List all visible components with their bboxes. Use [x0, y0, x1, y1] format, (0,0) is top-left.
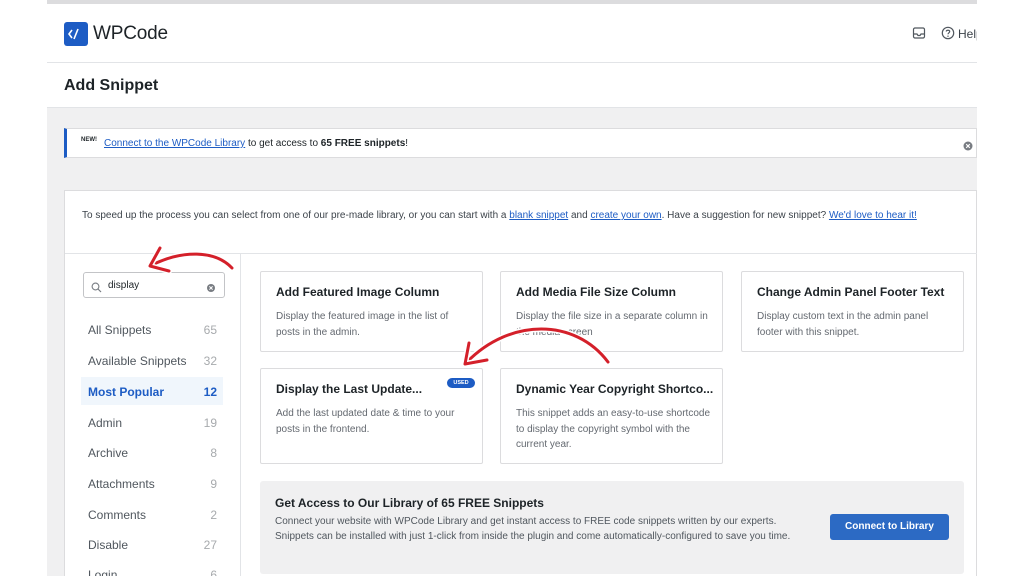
inbox-icon[interactable] — [912, 26, 926, 40]
notice-text-end: ! — [405, 138, 409, 149]
connect-library-link[interactable]: Connect to the WPCode Library — [104, 138, 245, 149]
category-sidebar: display All Snippets 65 Available Snippe… — [65, 254, 241, 576]
new-badge: NEW! — [81, 137, 97, 143]
category-count: 2 — [210, 508, 217, 522]
wpcode-page: WPCode Help Add Snippet NEW! Connect to … — [47, 0, 977, 576]
category-count: 9 — [210, 477, 217, 491]
wpcode-logo-icon — [64, 22, 88, 46]
card-title: Add Featured Image Column — [276, 285, 440, 299]
category-login[interactable]: Login 6 — [81, 560, 223, 576]
intro-part1: To speed up the process you can select f… — [82, 210, 510, 221]
category-count: 65 — [203, 323, 217, 337]
snippet-card[interactable]: Display the Last Update... USED Add the … — [260, 368, 483, 464]
category-label: Disable — [88, 538, 129, 552]
card-title: Display the Last Update... — [276, 382, 423, 396]
suggestion-link[interactable]: We'd love to hear it! — [829, 210, 917, 221]
snippet-library-panel: To speed up the process you can select f… — [64, 190, 977, 576]
category-count: 6 — [210, 568, 217, 576]
category-disable[interactable]: Disable 27 — [81, 530, 223, 558]
category-label: Archive — [88, 446, 129, 460]
category-count: 19 — [203, 416, 217, 430]
notice-text: Connect to the WPCode Library to get acc… — [104, 138, 408, 149]
notice-text-mid: to get access to — [245, 138, 321, 149]
card-title: Add Media File Size Column — [516, 285, 677, 299]
used-badge: USED — [447, 378, 475, 388]
snippet-card[interactable]: Add Media File Size Column Display the f… — [500, 271, 723, 352]
category-label: Login — [88, 568, 118, 576]
blank-snippet-link[interactable]: blank snippet — [509, 210, 568, 221]
category-most-popular[interactable]: Most Popular 12 — [81, 377, 223, 405]
search-value: display — [108, 280, 140, 291]
snippet-card[interactable]: Dynamic Year Copyright Shortco... This s… — [500, 368, 723, 464]
category-label: Admin — [88, 416, 123, 430]
help-icon[interactable] — [941, 26, 955, 40]
snippet-card[interactable]: Add Featured Image Column Display the fe… — [260, 271, 483, 352]
intro-part2: and — [568, 210, 591, 221]
header: WPCode Help — [47, 4, 977, 63]
snippet-search-input[interactable]: display — [83, 272, 225, 298]
category-count: 27 — [203, 538, 217, 552]
category-admin[interactable]: Admin 19 — [81, 408, 223, 436]
close-icon[interactable] — [963, 138, 973, 151]
category-label: Comments — [88, 508, 147, 522]
category-label: Available Snippets — [88, 354, 187, 368]
category-label: Attachments — [88, 477, 155, 491]
category-comments[interactable]: Comments 2 — [81, 500, 223, 528]
card-title: Dynamic Year Copyright Shortco... — [516, 382, 714, 396]
category-label: All Snippets — [88, 323, 152, 337]
search-icon — [91, 280, 102, 293]
page-title: Add Snippet — [64, 77, 159, 94]
category-available-snippets[interactable]: Available Snippets 32 — [81, 346, 223, 374]
connect-to-library-button[interactable]: Connect to Library — [830, 514, 949, 540]
card-description: Display the featured image in the list o… — [276, 311, 449, 338]
library-notice: NEW! Connect to the WPCode Library to ge… — [64, 128, 977, 158]
upsell-title: Get Access to Our Library of 65 FREE Sni… — [275, 496, 544, 510]
category-label: Most Popular — [88, 385, 165, 399]
category-all-snippets[interactable]: All Snippets 65 — [81, 315, 223, 343]
notice-highlight: 65 FREE snippets — [320, 138, 406, 149]
card-description: Add the last updated date & time to your… — [276, 408, 455, 435]
clear-search-icon[interactable] — [206, 280, 216, 292]
help-label[interactable]: Help — [958, 27, 977, 41]
card-description: Display the file size in a separate colu… — [516, 311, 708, 338]
create-your-own-link[interactable]: create your own — [590, 210, 661, 221]
card-description: This snippet adds an easy-to-use shortco… — [516, 408, 710, 450]
category-archive[interactable]: Archive 8 — [81, 438, 223, 466]
category-attachments[interactable]: Attachments 9 — [81, 469, 223, 497]
title-bar: Add Snippet — [47, 63, 977, 108]
category-count: 8 — [210, 446, 217, 460]
category-count: 12 — [203, 385, 217, 399]
upsell-text: Connect your website with WPCode Library… — [275, 516, 791, 542]
card-title: Change Admin Panel Footer Text — [757, 285, 945, 299]
snippet-card[interactable]: Change Admin Panel Footer Text Display c… — [741, 271, 964, 352]
library-upsell: Get Access to Our Library of 65 FREE Sni… — [260, 481, 964, 574]
logo-text: WPCode — [93, 23, 168, 44]
card-description: Display custom text in the admin panel f… — [757, 311, 929, 338]
intro-part3: . Have a suggestion for new snippet? — [661, 210, 829, 221]
intro-text: To speed up the process you can select f… — [82, 209, 962, 223]
category-count: 32 — [203, 354, 217, 368]
